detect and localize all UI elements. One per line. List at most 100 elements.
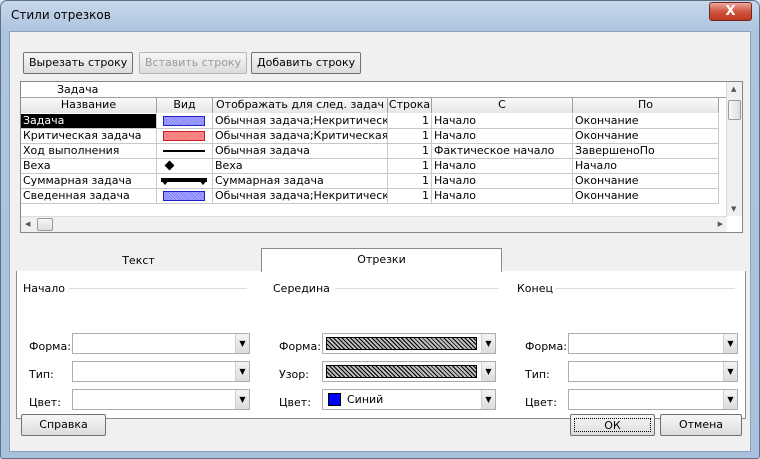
cell-appearance[interactable] [157,159,213,173]
chevron-down-icon[interactable]: ▼ [235,390,249,409]
chevron-down-icon[interactable]: ▼ [481,362,495,381]
cell-name[interactable]: Суммарная задача [21,174,157,188]
cell-show-for[interactable]: Обычная задача;Некритическа [213,189,388,203]
red-bar-icon [163,131,205,141]
chevron-down-icon[interactable]: ▼ [723,362,737,381]
cell-appearance[interactable] [157,174,213,188]
start-shape-select[interactable]: ▼ [72,333,250,354]
ok-button[interactable]: ОК [570,414,655,436]
column-header-from[interactable]: С [432,98,573,113]
cancel-button[interactable]: Отмена [660,414,742,436]
cell-from[interactable]: Начало [432,189,573,203]
end-shape-label: Форма: [525,340,567,353]
dialog-window: Стили отрезков X Вырезать строку Вставит… [0,0,760,459]
vertical-scrollbar[interactable]: ▲ ▼ [726,82,742,216]
middle-pattern-select[interactable]: ▼ [322,361,496,382]
column-header-row[interactable]: Строка [388,98,432,113]
chevron-down-icon[interactable]: ▼ [235,362,249,381]
middle-color-value: Синий [347,393,384,406]
cell-to[interactable]: Окончание [573,174,719,188]
cell-name[interactable]: Задача [21,114,157,128]
end-shape-select[interactable]: ▼ [568,333,738,354]
cut-row-button[interactable]: Вырезать строку [23,52,134,74]
cell-to[interactable]: Окончание [573,114,719,128]
cell-to[interactable]: Окончание [573,129,719,143]
start-shape-label: Форма: [29,340,71,353]
table-row[interactable]: Задача Обычная задача;Некритическа 1 Нач… [21,114,719,129]
scroll-down-arrow-icon[interactable]: ▼ [731,205,736,213]
cell-from[interactable]: Начало [432,159,573,173]
cell-show-for[interactable]: Обычная задача;Некритическа [213,114,388,128]
add-row-button[interactable]: Добавить строку [251,52,362,74]
grid-rows: Задача Обычная задача;Некритическа 1 Нач… [21,114,719,204]
scroll-up-arrow-icon[interactable]: ▲ [731,85,736,93]
bars-tab-panel: Начало Форма: ▼ Тип: ▼ Цвет: ▼ Середина … [16,271,746,419]
cell-from[interactable]: Фактическое начало [432,144,573,158]
column-header-to[interactable]: По [573,98,719,113]
cell-to[interactable]: ЗавершеноПо [573,144,719,158]
close-button[interactable]: X [709,2,752,21]
start-color-select[interactable]: ▼ [72,389,250,410]
chevron-down-icon[interactable]: ▼ [481,390,495,409]
progress-line-icon [163,150,205,152]
cell-show-for[interactable]: Суммарная задача [213,174,388,188]
vertical-scroll-thumb[interactable] [728,100,741,120]
chevron-down-icon[interactable]: ▼ [481,334,495,353]
cell-row[interactable]: 1 [388,189,432,203]
end-type-select[interactable]: ▼ [568,361,738,382]
cell-row[interactable]: 1 [388,159,432,173]
cell-show-for[interactable]: Обычная задача;Критическая з [213,129,388,143]
table-row[interactable]: Ход выполнения Обычная задача 1 Фактичес… [21,144,719,159]
end-color-select[interactable]: ▼ [568,389,738,410]
middle-pattern-label: Узор: [279,368,309,381]
summary-bracket-icon [161,178,207,185]
divider [69,288,247,289]
column-header-appearance[interactable]: Вид [157,98,213,113]
table-row[interactable]: Суммарная задача Суммарная задача 1 Нача… [21,174,719,189]
scroll-right-arrow-icon[interactable]: ▶ [718,220,723,228]
cell-row[interactable]: 1 [388,114,432,128]
cell-name[interactable]: Критическая задача [21,129,157,143]
table-row[interactable]: Веха Веха 1 Начало Начало [21,159,719,174]
horizontal-scrollbar[interactable]: ◀ ▶ [21,216,727,232]
table-row[interactable]: Сведенная задача Обычная задача;Некритич… [21,189,719,204]
cell-from[interactable]: Начало [432,114,573,128]
divider [335,288,499,289]
chevron-down-icon[interactable]: ▼ [723,390,737,409]
column-header-show-for[interactable]: Отображать для след. задач [213,98,388,113]
middle-color-select[interactable]: Синий ▼ [322,389,496,410]
cell-name[interactable]: Веха [21,159,157,173]
cell-appearance[interactable] [157,144,213,158]
help-button[interactable]: Справка [21,414,106,436]
start-group-title: Начало [23,282,69,295]
cell-from[interactable]: Начало [432,129,573,143]
cell-name[interactable]: Сведенная задача [21,189,157,203]
cell-from[interactable]: Начало [432,174,573,188]
cell-row[interactable]: 1 [388,174,432,188]
cell-appearance[interactable] [157,189,213,203]
chevron-down-icon[interactable]: ▼ [235,334,249,353]
cell-name[interactable]: Ход выполнения [21,144,157,158]
middle-shape-select[interactable]: ▼ [322,333,496,354]
table-row[interactable]: Критическая задача Обычная задача;Критич… [21,129,719,144]
cell-show-for[interactable]: Веха [213,159,388,173]
hatched-bar-icon [326,337,477,350]
cell-appearance[interactable] [157,114,213,128]
cell-row[interactable]: 1 [388,129,432,143]
cell-row[interactable]: 1 [388,144,432,158]
column-header-name[interactable]: Название [21,98,157,113]
cell-show-for[interactable]: Обычная задача [213,144,388,158]
grid-edit-field[interactable]: Задача [21,82,732,98]
paste-row-button[interactable]: Вставить строку [139,52,248,74]
tab-bars[interactable]: Отрезки [261,248,502,272]
title-bar[interactable]: Стили отрезков X [1,1,759,31]
tab-text[interactable]: Текст [16,250,261,272]
cell-to[interactable]: Окончание [573,189,719,203]
scroll-left-arrow-icon[interactable]: ◀ [25,220,30,228]
start-type-select[interactable]: ▼ [72,361,250,382]
horizontal-scroll-thumb[interactable] [37,218,53,231]
chevron-down-icon[interactable]: ▼ [723,334,737,353]
cell-to[interactable]: Начало [573,159,719,173]
cell-appearance[interactable] [157,129,213,143]
end-color-label: Цвет: [525,396,557,409]
